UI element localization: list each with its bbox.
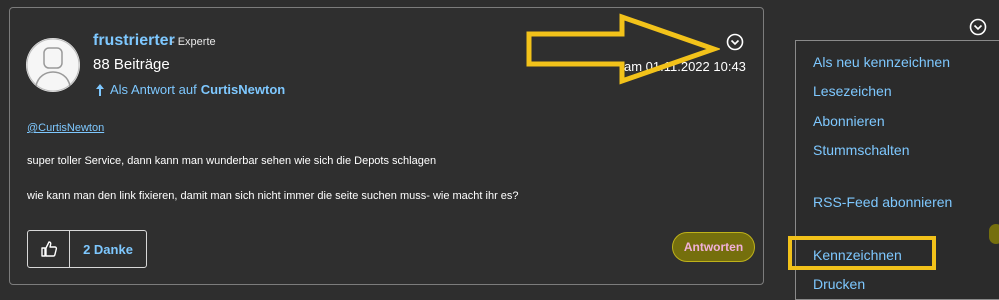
chevron-circle-down-icon[interactable] [969,18,987,36]
annotation-highlight-box [788,236,936,270]
author-rank: - Experte [171,36,216,48]
partial-button-edge [989,224,999,244]
kudos-count[interactable]: 2 Danke [70,231,146,267]
menu-item-mark-new[interactable]: Als neu kennzeichnen [813,54,950,70]
thumbs-up-icon [40,241,57,257]
mention-link[interactable]: @CurtisNewton [27,122,104,134]
avatar[interactable] [26,38,80,92]
menu-item-mute[interactable]: Stummschalten [813,142,909,158]
reply-target-link[interactable]: CurtisNewton [201,82,286,97]
annotation-arrow [526,13,720,85]
post-body-line-1: super toller Service, dann kann man wund… [27,155,437,167]
post-count: 88 Beiträge [93,56,170,73]
reply-prefix: Als Antwort auf [110,82,197,97]
reply-to[interactable]: Als Antwort auf CurtisNewton [94,82,285,97]
post-body-line-2: wie kann man den link fixieren, damit ma… [27,190,519,202]
kudos-button[interactable] [28,231,70,267]
menu-item-subscribe[interactable]: Abonnieren [813,113,885,129]
user-avatar-icon [26,38,80,92]
menu-item-rss[interactable]: RSS-Feed abonnieren [813,194,952,210]
reply-button[interactable]: Antworten [672,232,755,262]
author-name[interactable]: frustrierter [93,32,175,50]
kudos-box: 2 Danke [27,230,147,268]
reply-arrow-icon [96,83,104,96]
post-options-chevron-icon[interactable] [726,33,744,51]
menu-item-bookmark[interactable]: Lesezeichen [813,83,892,99]
